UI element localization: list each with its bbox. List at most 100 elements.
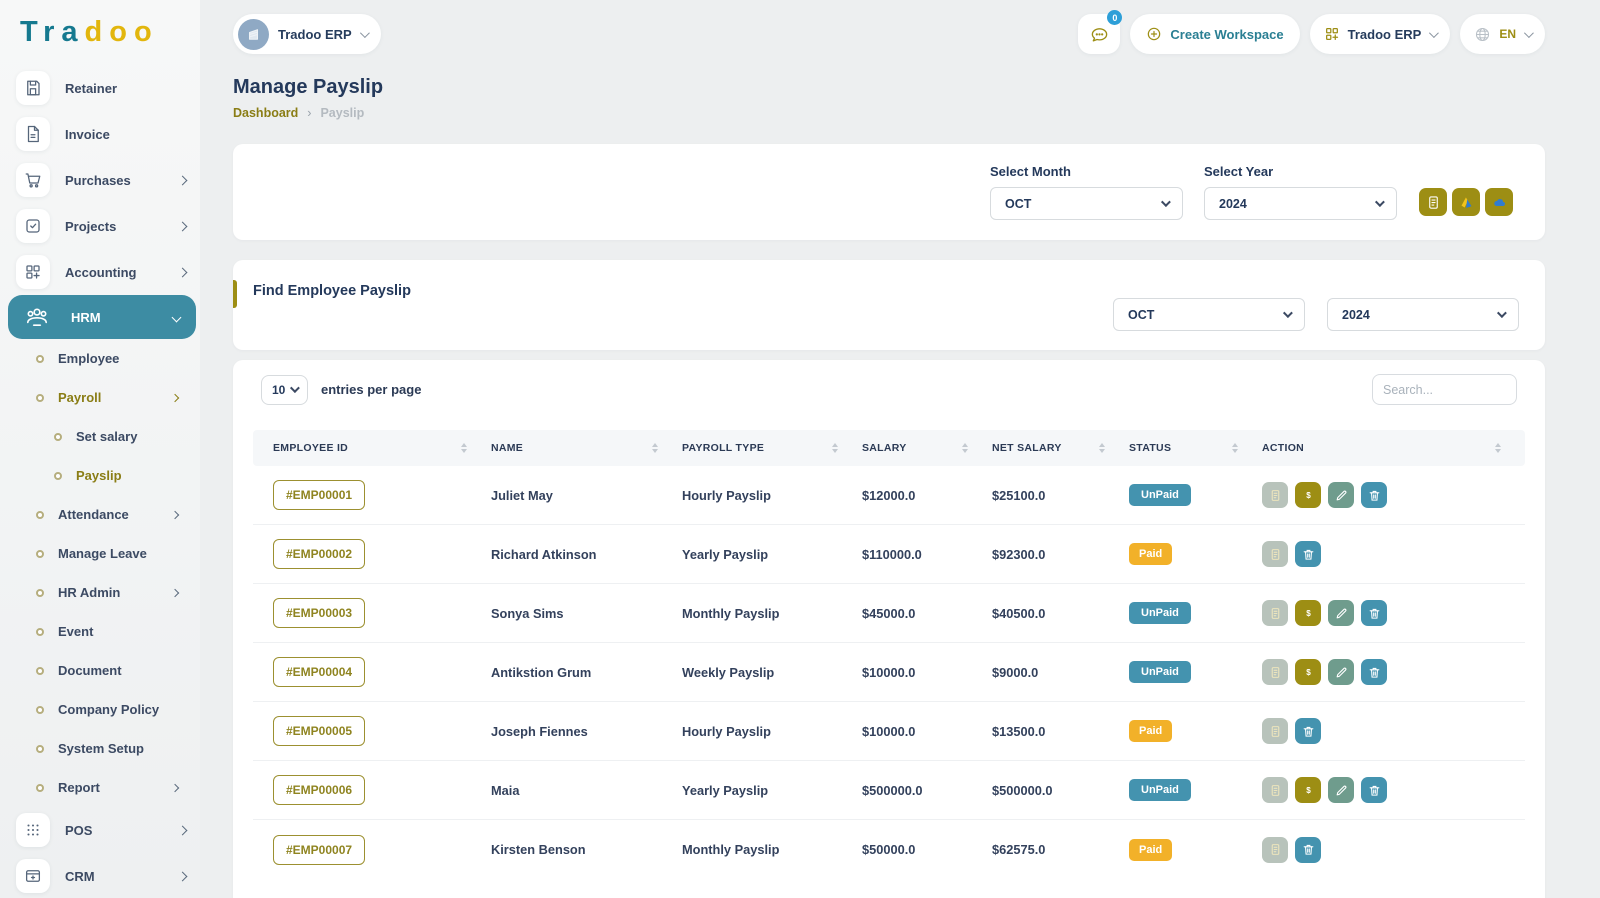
column-header-net-salary[interactable]: NET SALARY	[992, 442, 1129, 454]
sidebar-item-label: Event	[58, 624, 93, 639]
view-payslip-button[interactable]	[1262, 600, 1288, 626]
find-year-select[interactable]: 2024	[1327, 298, 1519, 331]
sort-icon[interactable]	[832, 443, 838, 453]
delete-button[interactable]	[1295, 837, 1321, 863]
employee-id-badge[interactable]: #EMP00001	[273, 480, 365, 510]
sort-icon[interactable]	[461, 443, 467, 453]
page-size-select[interactable]: 10	[261, 375, 308, 405]
sidebar-item-label: Employee	[58, 351, 119, 366]
export-payslip-button[interactable]	[1419, 188, 1447, 216]
onedrive-button[interactable]	[1485, 188, 1513, 216]
sidebar-item-company-policy[interactable]: Company Policy	[0, 690, 200, 729]
chevron-down-icon	[1283, 308, 1293, 318]
month-filter-group: Select Month OCT	[990, 164, 1183, 220]
edit-button[interactable]	[1328, 659, 1354, 685]
sort-icon[interactable]	[1495, 443, 1501, 453]
sidebar-item-attendance[interactable]: Attendance	[0, 495, 200, 534]
pay-button[interactable]: $	[1295, 777, 1321, 803]
view-payslip-button[interactable]	[1262, 541, 1288, 567]
view-payslip-button[interactable]	[1262, 837, 1288, 863]
sidebar-item-payslip[interactable]: Payslip	[0, 456, 200, 495]
view-payslip-button[interactable]	[1262, 482, 1288, 508]
edit-button[interactable]	[1328, 600, 1354, 626]
edit-button[interactable]	[1328, 482, 1354, 508]
workspace-selector[interactable]: Tradoo ERP	[233, 14, 381, 54]
sidebar-item-pos[interactable]: POS	[0, 807, 200, 853]
sidebar-item-label: POS	[65, 823, 92, 838]
column-header-action[interactable]: ACTION	[1262, 442, 1525, 454]
employee-id-badge[interactable]: #EMP00006	[273, 775, 365, 805]
status-badge[interactable]: UnPaid	[1129, 661, 1191, 683]
employee-id-badge[interactable]: #EMP00005	[273, 716, 365, 746]
create-workspace-button[interactable]: Create Workspace	[1130, 14, 1299, 54]
view-payslip-button[interactable]	[1262, 718, 1288, 744]
delete-button[interactable]	[1361, 777, 1387, 803]
sidebar-item-employee[interactable]: Employee	[0, 339, 200, 378]
status-badge[interactable]: UnPaid	[1129, 602, 1191, 624]
sidebar-item-document[interactable]: Document	[0, 651, 200, 690]
employee-id-badge[interactable]: #EMP00003	[273, 598, 365, 628]
delete-button[interactable]	[1295, 541, 1321, 567]
edit-button[interactable]	[1328, 777, 1354, 803]
bullet-icon	[54, 472, 62, 480]
view-payslip-button[interactable]	[1262, 777, 1288, 803]
sidebar-item-payroll[interactable]: Payroll	[0, 378, 200, 417]
employee-id-badge[interactable]: #EMP00004	[273, 657, 365, 687]
column-header-name[interactable]: NAME	[491, 442, 682, 454]
messages-button[interactable]: 0	[1078, 14, 1120, 54]
sidebar-item-system-setup[interactable]: System Setup	[0, 729, 200, 768]
sidebar-item-purchases[interactable]: Purchases	[0, 157, 200, 203]
sort-icon[interactable]	[1099, 443, 1105, 453]
sidebar-item-manage-leave[interactable]: Manage Leave	[0, 534, 200, 573]
delete-button[interactable]	[1295, 718, 1321, 744]
sidebar-item-label: HRM	[71, 310, 101, 325]
row-actions: $	[1262, 600, 1525, 626]
sidebar-item-crm[interactable]: CRM	[0, 853, 200, 898]
sort-icon[interactable]	[1232, 443, 1238, 453]
bullet-icon	[36, 550, 44, 558]
column-header-salary[interactable]: SALARY	[862, 442, 992, 454]
status-badge[interactable]: UnPaid	[1129, 484, 1191, 506]
sidebar-item-report[interactable]: Report	[0, 768, 200, 807]
bullet-icon	[36, 745, 44, 753]
employee-id-badge[interactable]: #EMP00007	[273, 835, 365, 865]
sidebar-item-projects[interactable]: Projects	[0, 203, 200, 249]
view-payslip-button[interactable]	[1262, 659, 1288, 685]
bullet-icon	[54, 433, 62, 441]
breadcrumb-dashboard-link[interactable]: Dashboard	[233, 106, 298, 120]
column-header-employee-id[interactable]: EMPLOYEE ID	[253, 442, 491, 454]
erp-workspace-button[interactable]: Tradoo ERP	[1310, 14, 1451, 54]
year-select[interactable]: 2024	[1204, 187, 1397, 220]
salary: $500000.0	[862, 783, 992, 798]
sidebar-item-hrm[interactable]: HRM	[8, 295, 196, 339]
find-month-select[interactable]: OCT	[1113, 298, 1305, 331]
google-drive-button[interactable]	[1452, 188, 1480, 216]
status-badge[interactable]: Paid	[1129, 720, 1172, 742]
sidebar-item-invoice[interactable]: Invoice	[0, 111, 200, 157]
pay-button[interactable]: $	[1295, 659, 1321, 685]
delete-button[interactable]	[1361, 659, 1387, 685]
sidebar-item-retainer[interactable]: Retainer	[0, 65, 200, 111]
status-badge[interactable]: Paid	[1129, 839, 1172, 861]
search-input[interactable]	[1372, 374, 1517, 405]
language-selector[interactable]: EN	[1460, 14, 1545, 54]
page-title: Manage Payslip	[233, 76, 1545, 99]
sort-icon[interactable]	[962, 443, 968, 453]
pay-button[interactable]: $	[1295, 482, 1321, 508]
delete-button[interactable]	[1361, 482, 1387, 508]
sidebar-item-hr-admin[interactable]: HR Admin	[0, 573, 200, 612]
delete-button[interactable]	[1361, 600, 1387, 626]
sidebar-item-accounting[interactable]: Accounting	[0, 249, 200, 295]
sidebar-item-event[interactable]: Event	[0, 612, 200, 651]
column-header-status[interactable]: STATUS	[1129, 442, 1262, 454]
pay-button[interactable]: $	[1295, 600, 1321, 626]
payroll-type: Hourly Payslip	[682, 724, 862, 739]
bullet-icon	[36, 784, 44, 792]
status-badge[interactable]: UnPaid	[1129, 779, 1191, 801]
sort-icon[interactable]	[652, 443, 658, 453]
status-badge[interactable]: Paid	[1129, 543, 1172, 565]
employee-id-badge[interactable]: #EMP00002	[273, 539, 365, 569]
column-header-payroll-type[interactable]: PAYROLL TYPE	[682, 442, 862, 454]
month-select[interactable]: OCT	[990, 187, 1183, 220]
sidebar-item-set-salary[interactable]: Set salary	[0, 417, 200, 456]
